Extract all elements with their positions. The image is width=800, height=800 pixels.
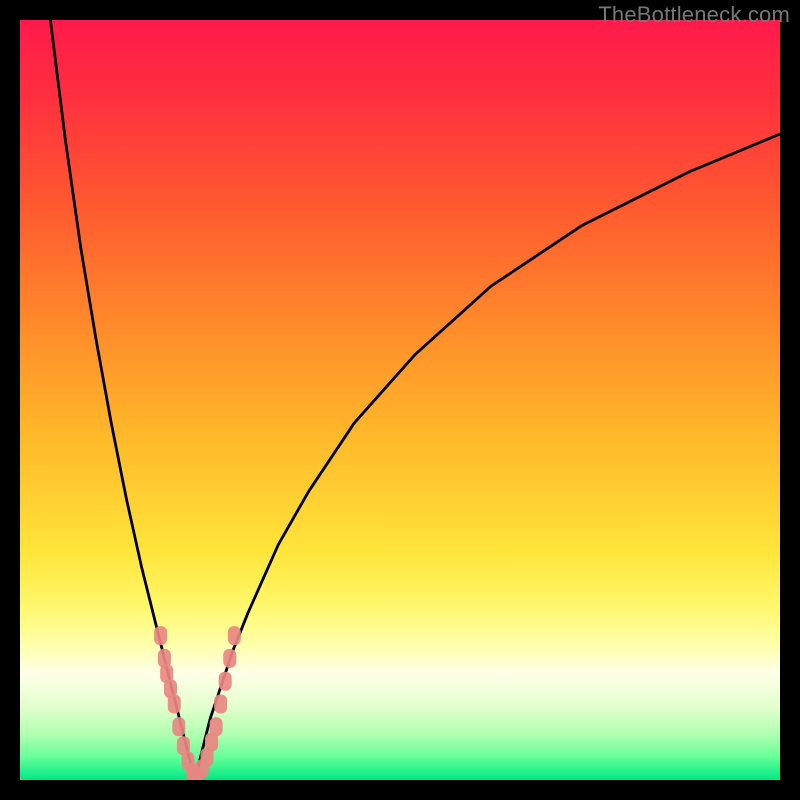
marker-dot [168, 695, 181, 714]
marker-dot [214, 695, 227, 714]
marker-dot [154, 626, 167, 645]
chart-frame: TheBottleneck.com [0, 0, 800, 800]
gradient-background [20, 20, 780, 780]
marker-dot [219, 672, 232, 691]
chart-svg [20, 20, 780, 780]
plot-area [20, 20, 780, 780]
marker-dot [228, 626, 241, 645]
watermark-text: TheBottleneck.com [598, 2, 790, 28]
marker-dot [210, 717, 223, 736]
marker-dot [223, 649, 236, 668]
marker-dot [172, 717, 185, 736]
